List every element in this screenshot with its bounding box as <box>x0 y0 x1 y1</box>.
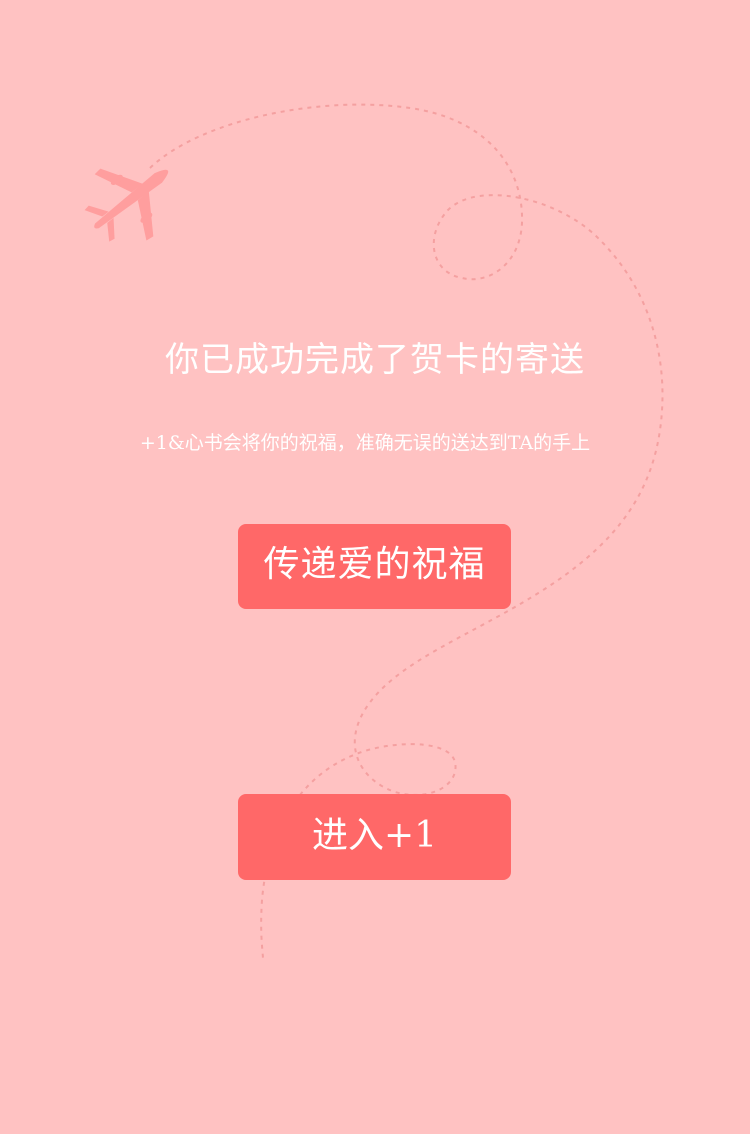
send-blessing-button[interactable]: 传递爱的祝福 <box>238 524 511 609</box>
page-subtitle: +1&心书会将你的祝福，准确无误的送达到TA的手上 <box>139 432 591 454</box>
enter-app-button[interactable]: 进入+1 <box>238 794 511 880</box>
airplane-icon <box>84 168 169 242</box>
page-title: 你已成功完成了贺卡的寄送 <box>165 340 585 380</box>
success-page: 你已成功完成了贺卡的寄送 +1&心书会将你的祝福，准确无误的送达到TA的手上 传… <box>0 0 750 1134</box>
